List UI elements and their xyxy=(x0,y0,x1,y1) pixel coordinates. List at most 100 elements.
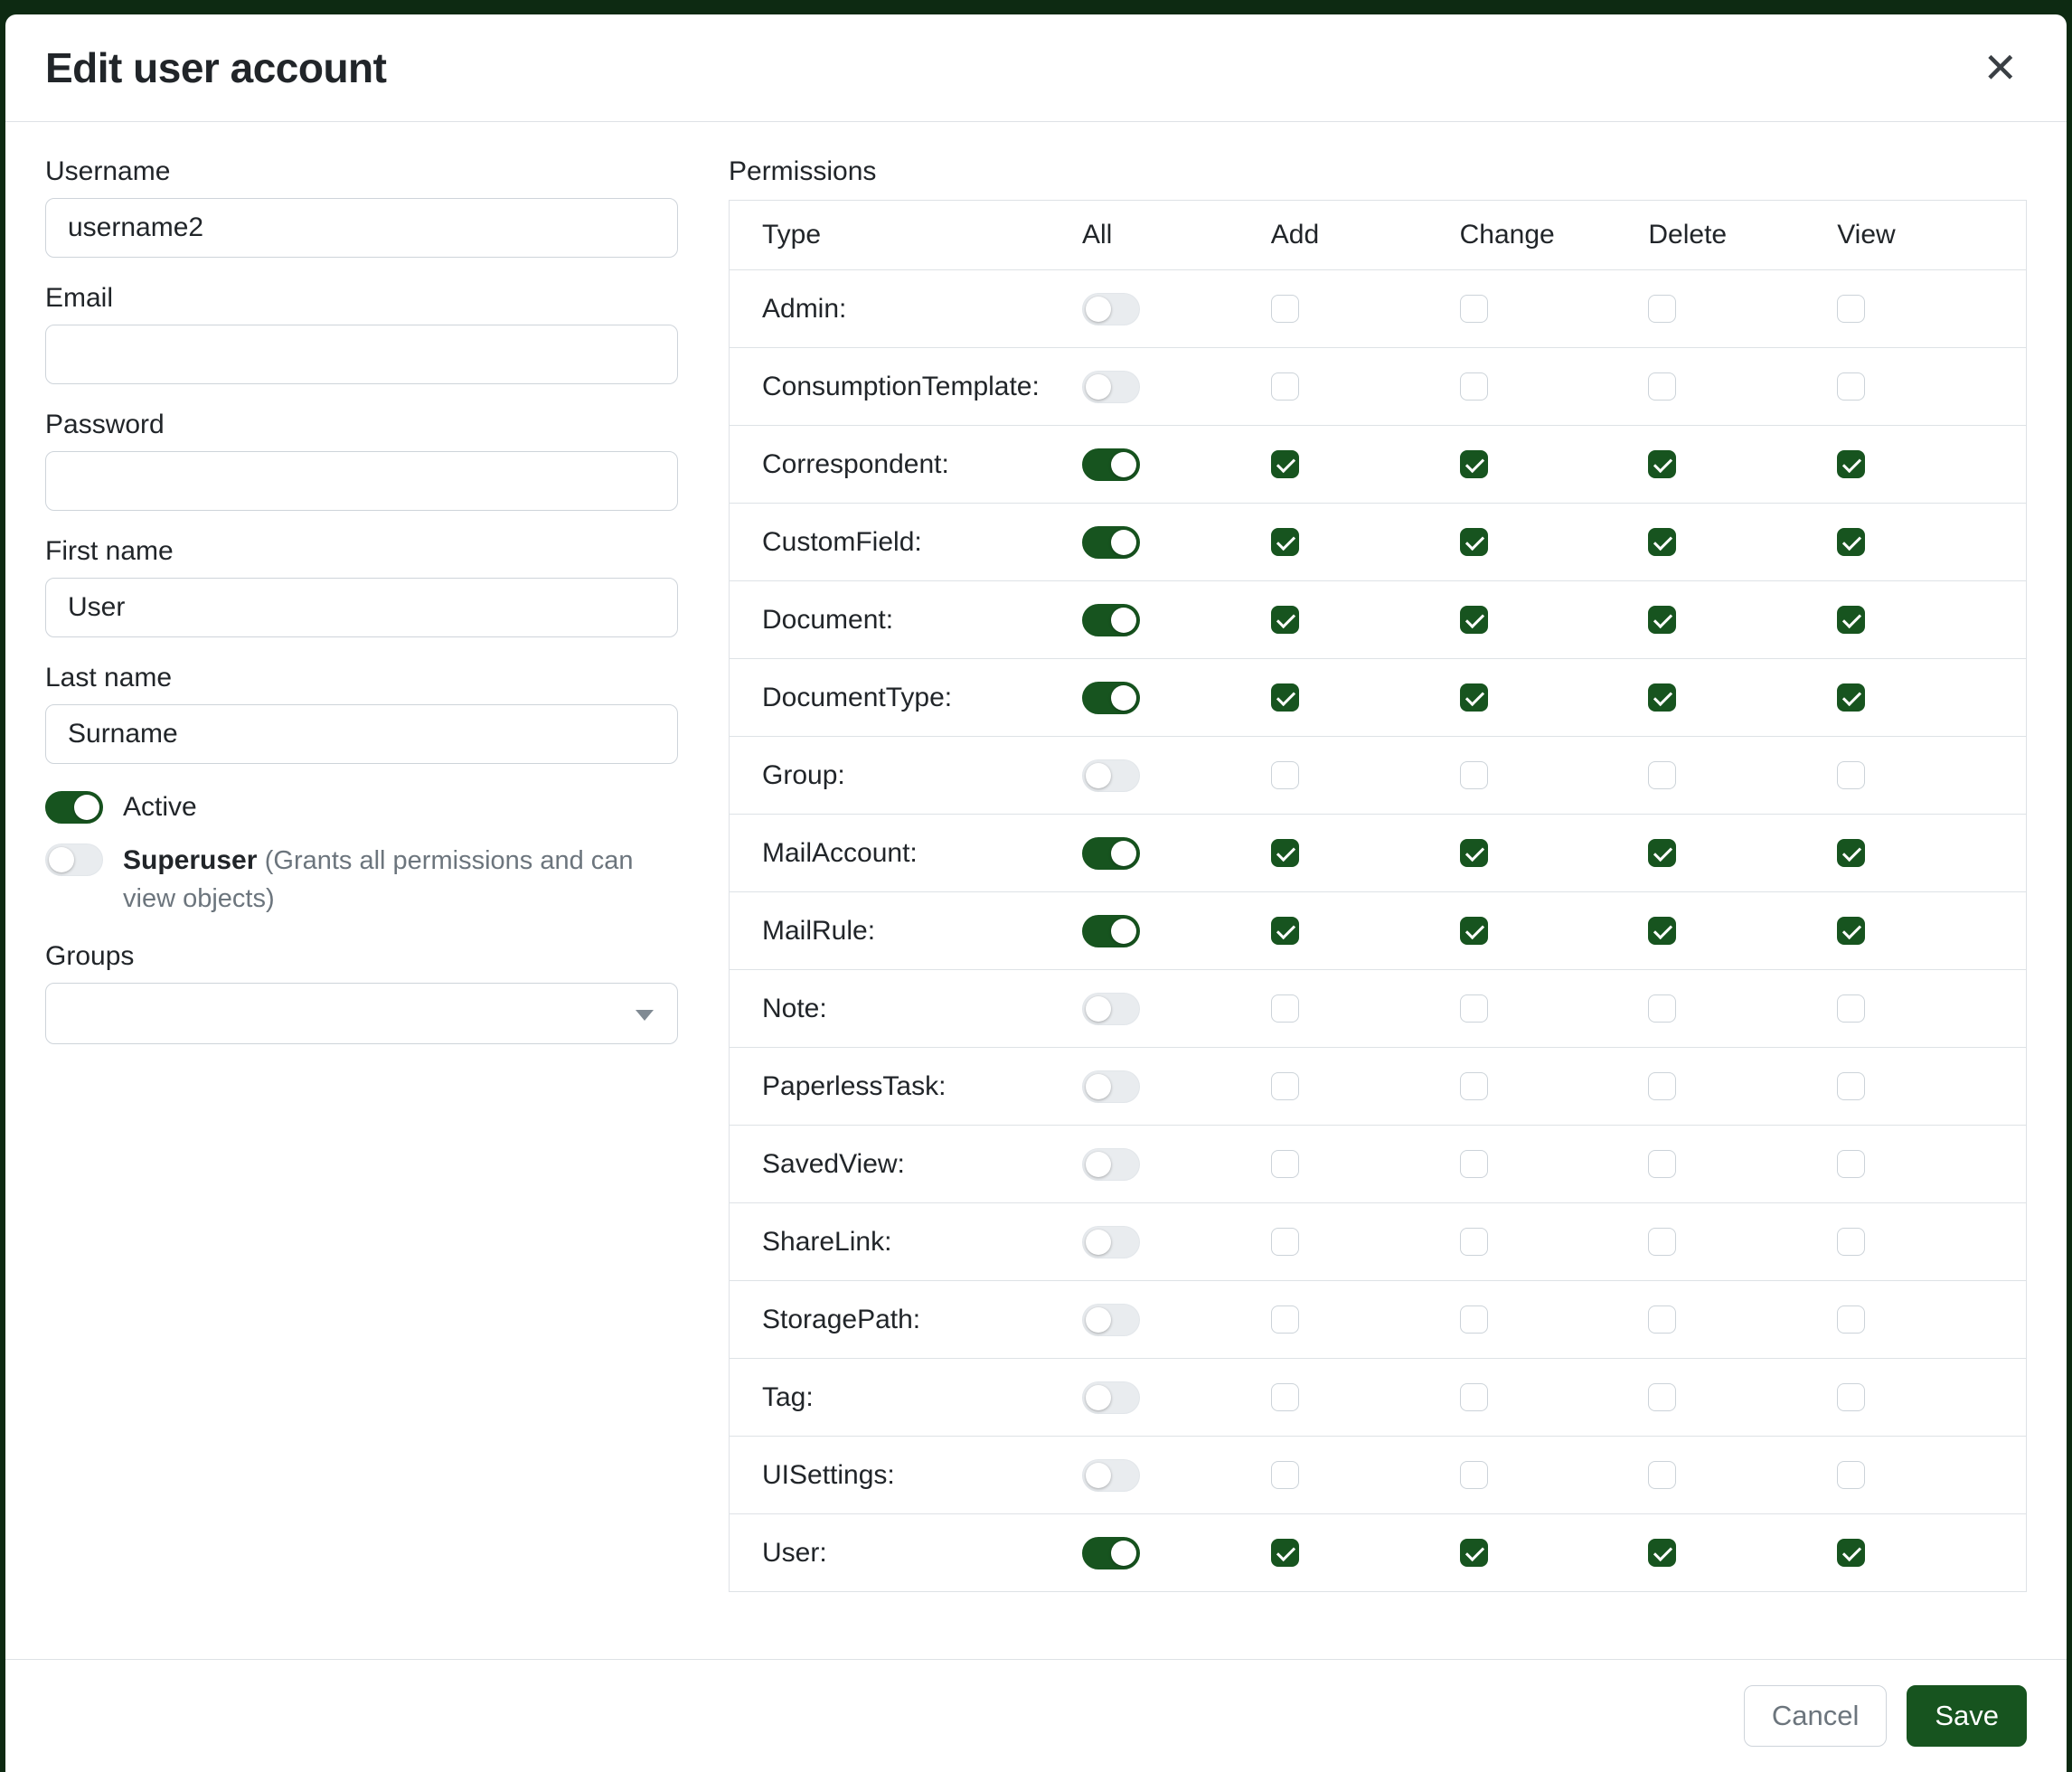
permission-add-checkbox[interactable] xyxy=(1271,1228,1299,1256)
permission-view-checkbox[interactable] xyxy=(1837,1228,1865,1256)
permission-view-checkbox[interactable] xyxy=(1837,917,1865,945)
save-button[interactable]: Save xyxy=(1907,1685,2027,1747)
permission-delete-checkbox[interactable] xyxy=(1648,1461,1676,1489)
permission-view-checkbox[interactable] xyxy=(1837,1150,1865,1178)
permission-add-checkbox[interactable] xyxy=(1271,994,1299,1023)
permission-all-toggle[interactable] xyxy=(1082,1459,1140,1492)
permission-change-checkbox[interactable] xyxy=(1460,1539,1488,1567)
permission-add-checkbox[interactable] xyxy=(1271,372,1299,401)
permission-add-checkbox[interactable] xyxy=(1271,1150,1299,1178)
permission-all-toggle[interactable] xyxy=(1082,993,1140,1025)
permission-add-checkbox[interactable] xyxy=(1271,606,1299,634)
permission-delete-checkbox[interactable] xyxy=(1648,528,1676,556)
permission-view-checkbox[interactable] xyxy=(1837,450,1865,478)
permission-delete-checkbox[interactable] xyxy=(1648,606,1676,634)
permission-view-checkbox[interactable] xyxy=(1837,1383,1865,1411)
permission-all-toggle[interactable] xyxy=(1082,915,1140,947)
permission-add-checkbox[interactable] xyxy=(1271,683,1299,712)
superuser-toggle[interactable] xyxy=(45,844,103,876)
permission-change-checkbox[interactable] xyxy=(1460,528,1488,556)
permission-view-checkbox[interactable] xyxy=(1837,683,1865,712)
permission-all-toggle[interactable] xyxy=(1082,682,1140,714)
permission-view-checkbox[interactable] xyxy=(1837,372,1865,401)
permission-delete-checkbox[interactable] xyxy=(1648,994,1676,1023)
permission-change-checkbox[interactable] xyxy=(1460,295,1488,323)
permission-change-checkbox[interactable] xyxy=(1460,839,1488,867)
permission-all-toggle[interactable] xyxy=(1082,293,1140,325)
email-input[interactable] xyxy=(45,325,678,384)
permission-delete-checkbox[interactable] xyxy=(1648,1383,1676,1411)
permission-delete-checkbox[interactable] xyxy=(1648,450,1676,478)
permission-change-checkbox[interactable] xyxy=(1460,1072,1488,1100)
permission-change-checkbox[interactable] xyxy=(1460,761,1488,789)
permission-delete-checkbox[interactable] xyxy=(1648,372,1676,401)
active-toggle[interactable] xyxy=(45,791,103,824)
permission-all-toggle[interactable] xyxy=(1082,837,1140,870)
permission-view-checkbox[interactable] xyxy=(1837,839,1865,867)
permission-add-checkbox[interactable] xyxy=(1271,761,1299,789)
permission-all-toggle[interactable] xyxy=(1082,604,1140,636)
permission-all-toggle[interactable] xyxy=(1082,759,1140,792)
permission-change-checkbox[interactable] xyxy=(1460,1305,1488,1334)
permission-view-checkbox[interactable] xyxy=(1837,1305,1865,1334)
permission-all-toggle[interactable] xyxy=(1082,1537,1140,1569)
permission-view-checkbox[interactable] xyxy=(1837,994,1865,1023)
username-input[interactable] xyxy=(45,198,678,258)
permission-add-checkbox[interactable] xyxy=(1271,1461,1299,1489)
permission-delete-checkbox[interactable] xyxy=(1648,1305,1676,1334)
permission-add-checkbox[interactable] xyxy=(1271,528,1299,556)
permission-view-checkbox[interactable] xyxy=(1837,1072,1865,1100)
active-label: Active xyxy=(123,789,197,825)
permission-all-toggle[interactable] xyxy=(1082,1070,1140,1103)
permission-change-checkbox[interactable] xyxy=(1460,994,1488,1023)
permission-change-checkbox[interactable] xyxy=(1460,1383,1488,1411)
permission-all-toggle[interactable] xyxy=(1082,371,1140,403)
permission-delete-checkbox[interactable] xyxy=(1648,1228,1676,1256)
permission-change-checkbox[interactable] xyxy=(1460,917,1488,945)
permission-delete-checkbox[interactable] xyxy=(1648,1072,1676,1100)
permission-view-checkbox[interactable] xyxy=(1837,761,1865,789)
permission-add-checkbox[interactable] xyxy=(1271,1072,1299,1100)
permission-change-checkbox[interactable] xyxy=(1460,450,1488,478)
permission-add-checkbox[interactable] xyxy=(1271,1305,1299,1334)
permission-view-checkbox[interactable] xyxy=(1837,1539,1865,1567)
password-input[interactable] xyxy=(45,451,678,511)
permission-change-checkbox[interactable] xyxy=(1460,1150,1488,1178)
permission-view-checkbox[interactable] xyxy=(1837,295,1865,323)
permission-all-toggle[interactable] xyxy=(1082,1381,1140,1414)
cancel-button[interactable]: Cancel xyxy=(1744,1685,1888,1747)
permission-all-toggle[interactable] xyxy=(1082,526,1140,559)
permission-change-checkbox[interactable] xyxy=(1460,1228,1488,1256)
permission-type-label: DocumentType: xyxy=(730,683,1082,713)
first-name-input[interactable] xyxy=(45,578,678,637)
permission-view-checkbox[interactable] xyxy=(1837,606,1865,634)
permission-add-checkbox[interactable] xyxy=(1271,450,1299,478)
permission-row: Admin: xyxy=(730,269,2026,347)
permission-delete-checkbox[interactable] xyxy=(1648,1150,1676,1178)
permission-all-toggle[interactable] xyxy=(1082,1148,1140,1181)
permission-add-checkbox[interactable] xyxy=(1271,1383,1299,1411)
permission-all-toggle[interactable] xyxy=(1082,1226,1140,1258)
permission-view-checkbox[interactable] xyxy=(1837,528,1865,556)
permission-delete-checkbox[interactable] xyxy=(1648,761,1676,789)
permission-row: User: xyxy=(730,1513,2026,1591)
permission-add-checkbox[interactable] xyxy=(1271,295,1299,323)
permission-delete-checkbox[interactable] xyxy=(1648,839,1676,867)
groups-select[interactable] xyxy=(45,983,678,1044)
permission-delete-checkbox[interactable] xyxy=(1648,917,1676,945)
last-name-input[interactable] xyxy=(45,704,678,764)
permission-delete-checkbox[interactable] xyxy=(1648,683,1676,712)
permission-change-checkbox[interactable] xyxy=(1460,1461,1488,1489)
permission-add-checkbox[interactable] xyxy=(1271,839,1299,867)
permission-change-checkbox[interactable] xyxy=(1460,683,1488,712)
permission-add-checkbox[interactable] xyxy=(1271,917,1299,945)
permission-view-checkbox[interactable] xyxy=(1837,1461,1865,1489)
permission-all-toggle[interactable] xyxy=(1082,448,1140,481)
permission-all-toggle[interactable] xyxy=(1082,1304,1140,1336)
permission-delete-checkbox[interactable] xyxy=(1648,1539,1676,1567)
permission-add-checkbox[interactable] xyxy=(1271,1539,1299,1567)
close-icon[interactable]: ✕ xyxy=(1973,42,2027,94)
permission-delete-checkbox[interactable] xyxy=(1648,295,1676,323)
permission-change-checkbox[interactable] xyxy=(1460,606,1488,634)
permission-change-checkbox[interactable] xyxy=(1460,372,1488,401)
